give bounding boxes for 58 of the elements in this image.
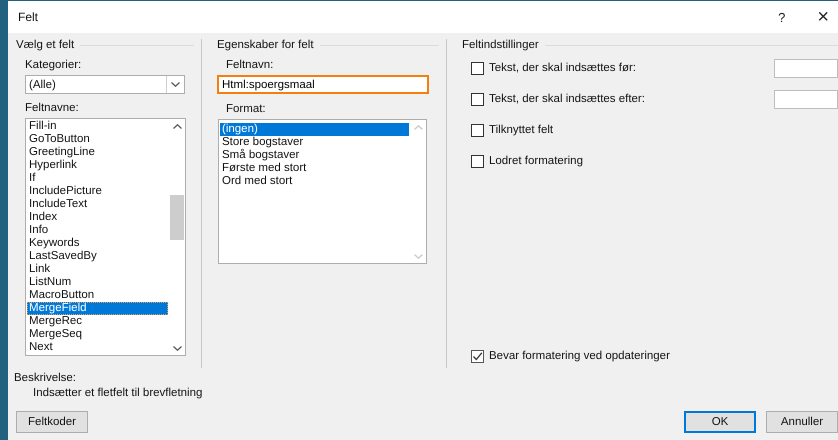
- category-dropdown[interactable]: (Alle): [25, 75, 185, 94]
- dialog-button[interactable]: Annuller: [766, 411, 838, 433]
- description-text: Indsætter et fletfelt til brevfletning: [33, 387, 204, 401]
- list-item[interactable]: MergeSeq: [27, 328, 168, 341]
- list-item[interactable]: Store bogstaver: [220, 136, 409, 149]
- field-label: Feltnavne:: [25, 101, 80, 116]
- chevron-down-icon[interactable]: [172, 346, 182, 351]
- checkbox-label: Tekst, der skal indsættes efter:: [489, 93, 645, 105]
- format-list[interactable]: (ingen) Store bogstaver Små bogstaver Første med stort Ord med stort: [218, 119, 427, 264]
- checkbox[interactable]: [471, 62, 484, 74]
- checkbox-label: Tekst, der skal indsættes før:: [489, 62, 636, 74]
- list-item[interactable]: Ord med stort: [220, 175, 409, 188]
- group-title: Vælg et felt: [16, 39, 74, 51]
- chevron-down-icon[interactable]: [171, 82, 180, 87]
- field-label: Format:: [226, 102, 267, 117]
- dialog-button[interactable]: OK: [684, 411, 756, 433]
- window-title: Felt: [18, 10, 40, 24]
- field-name-input[interactable]: Html:spoergsmaal: [217, 75, 429, 94]
- field-label: Feltnavn:: [226, 58, 274, 73]
- list-item[interactable]: Index: [27, 211, 168, 224]
- checkbox[interactable]: [471, 124, 484, 136]
- list-item[interactable]: MacroButton: [27, 289, 168, 302]
- help-button[interactable]: ?: [772, 10, 792, 24]
- field-label: Kategorier:: [25, 58, 82, 73]
- list-item[interactable]: ListNum: [27, 276, 168, 289]
- checkbox[interactable]: [471, 92, 484, 106]
- list-item[interactable]: Hyperlink: [27, 159, 168, 172]
- checkbox-label: Tilknyttet felt: [489, 124, 554, 136]
- field-name-list[interactable]: Fill-in GoToButton GreetingLine Hyperlink If IncludePicture IncludeText Index Info Keywords LastSavedBy Link ListNum MacroButton MergeField MergeRec MergeSeq Next: [25, 118, 186, 356]
- list-item[interactable]: Fill-in: [27, 120, 168, 133]
- list-item[interactable]: LastSavedBy: [27, 250, 168, 263]
- checkbox[interactable]: [471, 350, 484, 362]
- close-button[interactable]: ×: [811, 6, 835, 28]
- list-item[interactable]: Next: [27, 341, 168, 354]
- list-item[interactable]: MergeField: [27, 302, 168, 315]
- scroll-thumb[interactable]: [170, 195, 184, 240]
- list-item[interactable]: Link: [27, 263, 168, 276]
- list-item[interactable]: MergeRec: [27, 315, 168, 328]
- list-item[interactable]: GoToButton: [27, 133, 168, 146]
- group-title: Egenskaber for felt: [217, 39, 314, 51]
- list-item[interactable]: (ingen): [220, 123, 409, 136]
- input-field[interactable]: [774, 58, 838, 78]
- list-item[interactable]: IncludePicture: [27, 185, 168, 198]
- checkbox[interactable]: [471, 154, 484, 168]
- group-title: Feltindstillinger: [462, 39, 539, 51]
- chevron-up-icon[interactable]: [172, 124, 182, 129]
- list-item[interactable]: If: [27, 172, 168, 185]
- list-item[interactable]: Keywords: [27, 237, 168, 250]
- dialog-button[interactable]: Feltkoder: [16, 411, 88, 433]
- list-item[interactable]: GreetingLine: [27, 146, 168, 159]
- description-label: Beskrivelse:: [14, 372, 77, 386]
- list-item[interactable]: Første med stort: [220, 162, 409, 175]
- checkbox-label: Bevar formatering ved opdateringer: [489, 350, 670, 362]
- list-item[interactable]: Små bogstaver: [220, 149, 409, 162]
- checkbox-label: Lodret formatering: [489, 155, 583, 167]
- list-item[interactable]: IncludeText: [27, 198, 168, 211]
- input-field[interactable]: [774, 90, 838, 108]
- list-item[interactable]: Info: [27, 224, 168, 237]
